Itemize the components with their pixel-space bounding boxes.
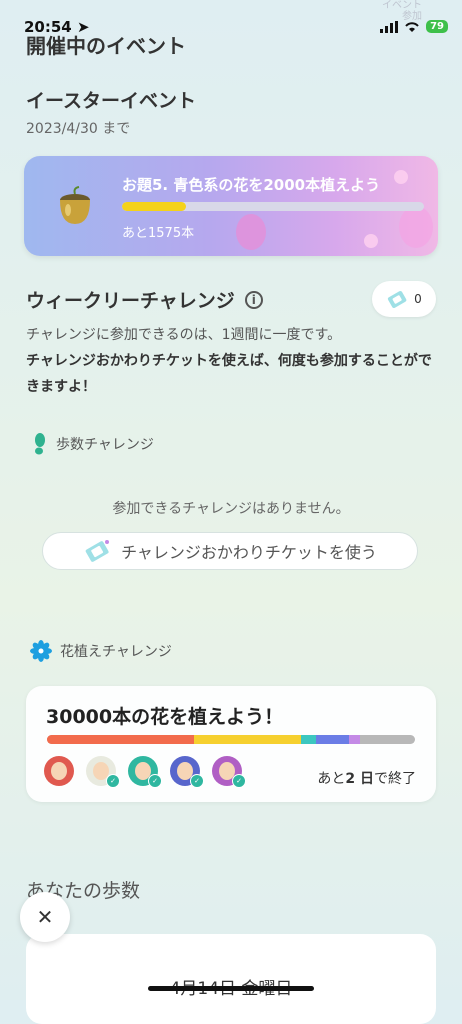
avatar[interactable]: ✓	[212, 756, 246, 788]
close-icon: ✕	[36, 905, 54, 929]
flower-decoration	[364, 234, 378, 248]
battery-icon: 79	[426, 20, 448, 33]
verified-check-icon: ✓	[190, 774, 204, 788]
event-date: 2023/4/30 まで	[26, 121, 131, 137]
no-challenge-message: 参加できるチャレンジはありません。	[112, 501, 350, 517]
flower-challenge-label: 花植えチャレンジ	[30, 640, 172, 662]
avatar[interactable]: ✓	[170, 756, 204, 788]
flower-decoration	[394, 170, 408, 184]
verified-check-icon: ✓	[232, 774, 246, 788]
status-indicators: 79	[380, 20, 448, 33]
participant-avatars: ✓ ✓ ✓ ✓	[44, 756, 246, 788]
days-remaining: あと2 日で終了	[317, 768, 416, 788]
use-ticket-button[interactable]: チャレンジおかわりチケットを使う	[42, 532, 418, 570]
event-remaining: あと1575本	[122, 226, 195, 241]
ticket-count-badge[interactable]: 0	[372, 281, 436, 317]
easter-egg-decoration	[399, 206, 433, 248]
page-title: 開催中のイベント	[26, 34, 186, 58]
ends-days: 2 日	[345, 771, 374, 787]
weekly-desc-bold: チャレンジおかわりチケットを使えば、何度も参加することができますよ！	[26, 353, 432, 395]
ticket-icon	[85, 540, 110, 562]
ticket-icon	[388, 291, 407, 308]
flower-progress-segment	[315, 735, 349, 744]
footprint-icon	[35, 433, 45, 455]
verified-check-icon: ✓	[148, 774, 162, 788]
flower-challenge-card[interactable]: 30000本の花を植えよう！ ✓ ✓ ✓ ✓ あと2 日で終了	[26, 686, 436, 802]
verified-check-icon: ✓	[106, 774, 120, 788]
flower-progress-bar	[47, 735, 415, 744]
info-icon[interactable]: i	[244, 290, 263, 309]
close-button[interactable]: ✕	[20, 892, 70, 942]
event-card[interactable]: お題5. 青色系の花を2000本植えよう あと1575本	[24, 156, 438, 256]
flower-progress-segment	[300, 735, 316, 744]
wifi-icon	[405, 21, 419, 32]
event-task: お題5. 青色系の花を2000本植えよう	[122, 176, 381, 194]
avatar[interactable]: ✓	[128, 756, 162, 788]
weekly-challenge-title: ウィークリーチャレンジ i	[26, 286, 263, 313]
ends-suffix: で終了	[374, 771, 416, 787]
background-ghost-text: イベント 参加	[382, 0, 422, 22]
weekly-title-text: ウィークリーチャレンジ	[26, 290, 235, 312]
signal-icon	[380, 20, 399, 33]
event-title: イースターイベント	[26, 90, 197, 112]
home-indicator[interactable]	[148, 986, 314, 991]
easter-egg-decoration	[236, 214, 266, 250]
golden-pot-icon	[60, 186, 90, 224]
flower-progress-segment	[348, 735, 360, 744]
avatar-face	[51, 762, 67, 780]
use-ticket-button-label: チャレンジおかわりチケットを使う	[121, 543, 377, 562]
flower-progress-segment	[47, 735, 195, 744]
weekly-desc-normal: チャレンジに参加できるのは、1週間に一度です。	[26, 327, 342, 343]
steps-challenge-label: 歩数チャレンジ	[32, 433, 154, 455]
ticket-count: 0	[414, 292, 422, 306]
event-progress-fill	[122, 202, 187, 211]
ends-prefix: あと	[317, 771, 346, 787]
weekly-description: チャレンジに参加できるのは、1週間に一度です。 チャレンジおかわりチケットを使え…	[26, 322, 436, 400]
flower-goal: 30000本の花を植えよう！	[46, 706, 284, 728]
avatar[interactable]	[44, 756, 74, 786]
flower-icon	[30, 640, 52, 662]
avatar[interactable]: ✓	[86, 756, 120, 788]
event-progress-bar	[122, 202, 424, 211]
steps-challenge-label-text: 歩数チャレンジ	[56, 437, 154, 453]
steps-card[interactable]: 4月14日 金曜日	[26, 934, 436, 1024]
flower-challenge-label-text: 花植えチャレンジ	[60, 644, 172, 660]
flower-progress-segment	[194, 735, 301, 744]
